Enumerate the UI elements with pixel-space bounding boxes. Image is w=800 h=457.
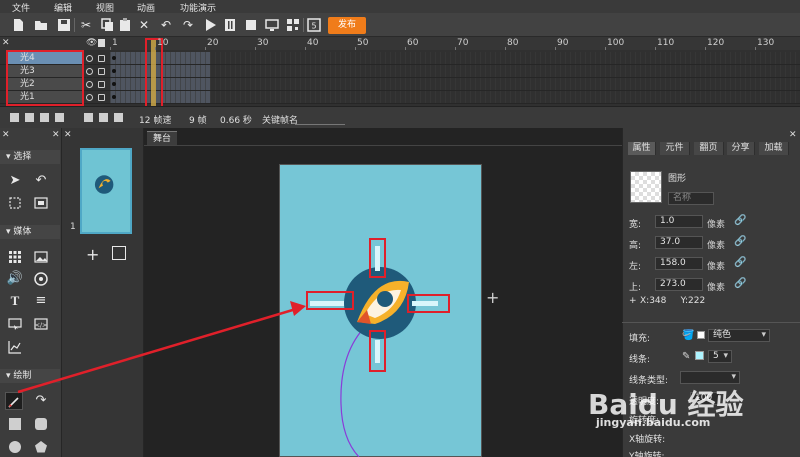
ruler-tick [455, 47, 456, 50]
ruler-tick [255, 47, 256, 50]
tab-components[interactable]: 元件 [660, 142, 690, 155]
ruler-label: 50 [357, 38, 369, 48]
close-panel-icon[interactable]: ✕ [789, 130, 797, 140]
ruler-tick [155, 47, 156, 50]
pen-icon[interactable]: ✎ [682, 351, 690, 362]
height-unit: 像素 [707, 241, 726, 251]
y-rotation-label: Y轴旋转: [629, 452, 665, 457]
ruler-label: 120 [707, 38, 725, 48]
link-icon[interactable]: 🔗 [734, 236, 746, 247]
ruler-label: 90 [557, 38, 569, 48]
left-unit: 像素 [707, 262, 726, 272]
ruler-label: 20 [207, 38, 219, 48]
tab-page-turn[interactable]: 翻页 [694, 142, 724, 155]
ruler-label: 70 [457, 38, 469, 48]
ruler-tick [705, 47, 706, 50]
top-input[interactable]: 273.0 [655, 278, 703, 291]
ruler-tick [655, 47, 656, 50]
ruler-label: 110 [657, 38, 675, 48]
left-label: 左: [629, 262, 642, 272]
ruler-tick [405, 47, 406, 50]
ruler-tick [555, 47, 556, 50]
shape-preview [630, 171, 662, 203]
tab-properties[interactable]: 属性 [628, 142, 656, 155]
shape-name-input[interactable]: 名称 [668, 192, 714, 205]
width-label: 宽: [629, 220, 642, 230]
top-label: 上: [629, 283, 642, 293]
width-input[interactable]: 1.0 [655, 215, 703, 228]
left-input[interactable]: 158.0 [655, 257, 703, 270]
ruler-tick [110, 47, 111, 50]
ruler-tick [605, 47, 606, 50]
ruler-label: 30 [257, 38, 269, 48]
ruler-tick [205, 47, 206, 50]
ruler-label: 1 [112, 38, 118, 48]
fill-type-select[interactable]: 纯色 [708, 329, 770, 342]
plus-icon: + [629, 296, 637, 306]
height-input[interactable]: 37.0 [655, 236, 703, 249]
ruler-label: 80 [507, 38, 519, 48]
ruler-label: 40 [307, 38, 319, 48]
ruler-tick [755, 47, 756, 50]
ruler-tick [355, 47, 356, 50]
top-unit: 像素 [707, 283, 726, 293]
panel-divider [622, 322, 800, 323]
link-icon[interactable]: 🔗 [734, 215, 746, 226]
tab-share[interactable]: 分享 [727, 142, 755, 155]
width-unit: 像素 [707, 220, 726, 230]
stroke-label: 线条: [629, 355, 651, 365]
shape-type-label: 图形 [668, 174, 687, 184]
fill-color-swatch[interactable] [697, 331, 705, 339]
link-icon[interactable]: 🔗 [734, 278, 746, 289]
cursor-coords: X:348 Y:222 [640, 296, 706, 306]
paint-bucket-icon[interactable]: 🪣 [682, 330, 694, 341]
stroke-color-swatch[interactable] [695, 351, 704, 360]
ruler-tick [305, 47, 306, 50]
tab-load[interactable]: 加载 [759, 142, 789, 155]
ruler-label: 60 [407, 38, 419, 48]
stroke-width-stepper[interactable]: 5 [708, 350, 732, 363]
x-rotation-label: X轴旋转: [629, 435, 666, 445]
ruler-label: 100 [607, 38, 625, 48]
fill-label: 填充: [629, 334, 651, 344]
ruler-labels: 1 10 20 30 40 50 60 70 80 90 100 110 120 130 [0, 37, 800, 50]
link-icon[interactable]: 🔗 [734, 257, 746, 268]
ruler-label: 10 [157, 38, 169, 48]
height-label: 高: [629, 241, 642, 251]
ruler-label: 130 [757, 38, 775, 48]
ruler-tick [505, 47, 506, 50]
baidu-watermark-url: jingyan.baidu.com [596, 416, 711, 429]
